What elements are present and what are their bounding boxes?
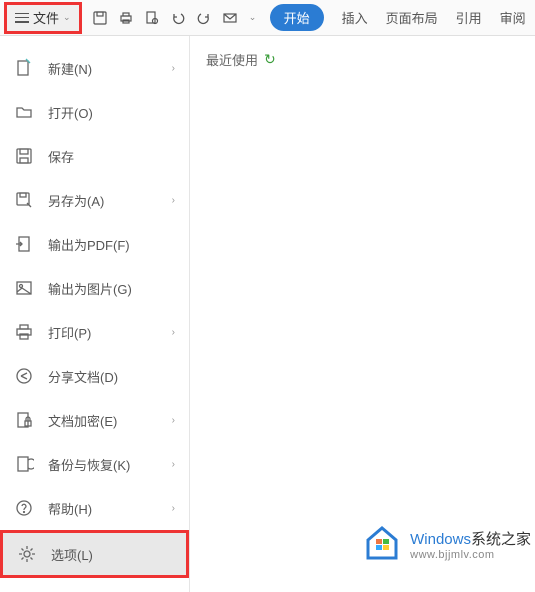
menu-label: 打开(O) xyxy=(48,103,93,122)
menu-options[interactable]: 选项(L) xyxy=(0,530,189,578)
save-icon[interactable] xyxy=(92,10,108,26)
menu-encrypt[interactable]: 文档加密(E) › xyxy=(0,398,189,442)
menu-label: 新建(N) xyxy=(48,59,92,78)
chevron-right-icon: › xyxy=(172,63,175,74)
menu-label: 另存为(A) xyxy=(48,191,104,210)
tab-reference[interactable]: 引用 xyxy=(456,8,482,27)
printer-icon xyxy=(14,322,34,342)
mail-icon[interactable] xyxy=(222,10,238,26)
menu-label: 帮助(H) xyxy=(48,499,92,518)
watermark-brand-cn: 系统之家 xyxy=(471,531,531,548)
refresh-icon[interactable]: ↻ xyxy=(264,51,276,68)
file-button-label: 文件 xyxy=(33,8,59,27)
tab-page-layout[interactable]: 页面布局 xyxy=(386,8,438,27)
menu-save[interactable]: 保存 xyxy=(0,134,189,178)
quick-access-toolbar: ⌄ xyxy=(92,10,258,26)
recent-used-header: 最近使用 ↻ xyxy=(206,50,519,69)
menu-label: 文档加密(E) xyxy=(48,411,117,430)
menu-backup[interactable]: 备份与恢复(K) › xyxy=(0,442,189,486)
chevron-right-icon: › xyxy=(172,327,175,338)
recent-label: 最近使用 xyxy=(206,50,258,69)
print-icon[interactable] xyxy=(118,10,134,26)
chevron-right-icon: › xyxy=(172,415,175,426)
body: 新建(N) › 打开(O) 保存 另存为(A) › 输出为PDF(F) 输出为图… xyxy=(0,36,535,592)
pdf-export-icon xyxy=(14,234,34,254)
menu-export-image[interactable]: 输出为图片(G) xyxy=(0,266,189,310)
chevron-right-icon: › xyxy=(172,503,175,514)
menu-print[interactable]: 打印(P) › xyxy=(0,310,189,354)
folder-open-icon xyxy=(14,102,34,122)
menu-open[interactable]: 打开(O) xyxy=(0,90,189,134)
menu-label: 输出为PDF(F) xyxy=(48,235,130,254)
hamburger-icon xyxy=(15,13,29,23)
tab-start[interactable]: 开始 xyxy=(270,4,324,31)
menu-label: 备份与恢复(K) xyxy=(48,455,130,474)
image-export-icon xyxy=(14,278,34,298)
new-doc-icon xyxy=(14,58,34,78)
menu-new[interactable]: 新建(N) › xyxy=(0,46,189,90)
share-icon xyxy=(14,366,34,386)
backup-icon xyxy=(14,454,34,474)
chevron-down-icon: ⌄ xyxy=(63,12,71,23)
dropdown-icon[interactable]: ⌄ xyxy=(248,10,258,26)
top-toolbar: 文件 ⌄ ⌄ 开始 插入 页面布局 引用 审阅 xyxy=(0,0,535,36)
menu-label: 打印(P) xyxy=(48,323,91,342)
save-as-icon xyxy=(14,190,34,210)
chevron-right-icon: › xyxy=(172,459,175,470)
tab-review[interactable]: 审阅 xyxy=(500,8,526,27)
menu-share[interactable]: 分享文档(D) xyxy=(0,354,189,398)
redo-icon[interactable] xyxy=(196,10,212,26)
menu-help[interactable]: 帮助(H) › xyxy=(0,486,189,530)
menu-save-as[interactable]: 另存为(A) › xyxy=(0,178,189,222)
menu-label: 保存 xyxy=(48,147,74,166)
watermark-brand-en: Windows xyxy=(410,531,471,548)
windows-logo-icon xyxy=(362,526,402,562)
undo-icon[interactable] xyxy=(170,10,186,26)
save-disk-icon xyxy=(14,146,34,166)
lock-doc-icon xyxy=(14,410,34,430)
file-menu-button[interactable]: 文件 ⌄ xyxy=(4,2,82,34)
watermark: Windows系统之家 www.bjjmlv.com xyxy=(362,526,531,562)
file-sidebar: 新建(N) › 打开(O) 保存 另存为(A) › 输出为PDF(F) 输出为图… xyxy=(0,36,190,592)
help-icon xyxy=(14,498,34,518)
menu-label: 输出为图片(G) xyxy=(48,279,132,298)
chevron-right-icon: › xyxy=(172,195,175,206)
preview-icon[interactable] xyxy=(144,10,160,26)
watermark-text: Windows系统之家 www.bjjmlv.com xyxy=(410,528,531,561)
tab-insert[interactable]: 插入 xyxy=(342,8,368,27)
content-area: 最近使用 ↻ xyxy=(190,36,535,592)
menu-export-pdf[interactable]: 输出为PDF(F) xyxy=(0,222,189,266)
gear-icon xyxy=(17,544,37,564)
watermark-url: www.bjjmlv.com xyxy=(410,549,531,561)
menu-label: 选项(L) xyxy=(51,545,93,564)
menu-label: 分享文档(D) xyxy=(48,367,118,386)
